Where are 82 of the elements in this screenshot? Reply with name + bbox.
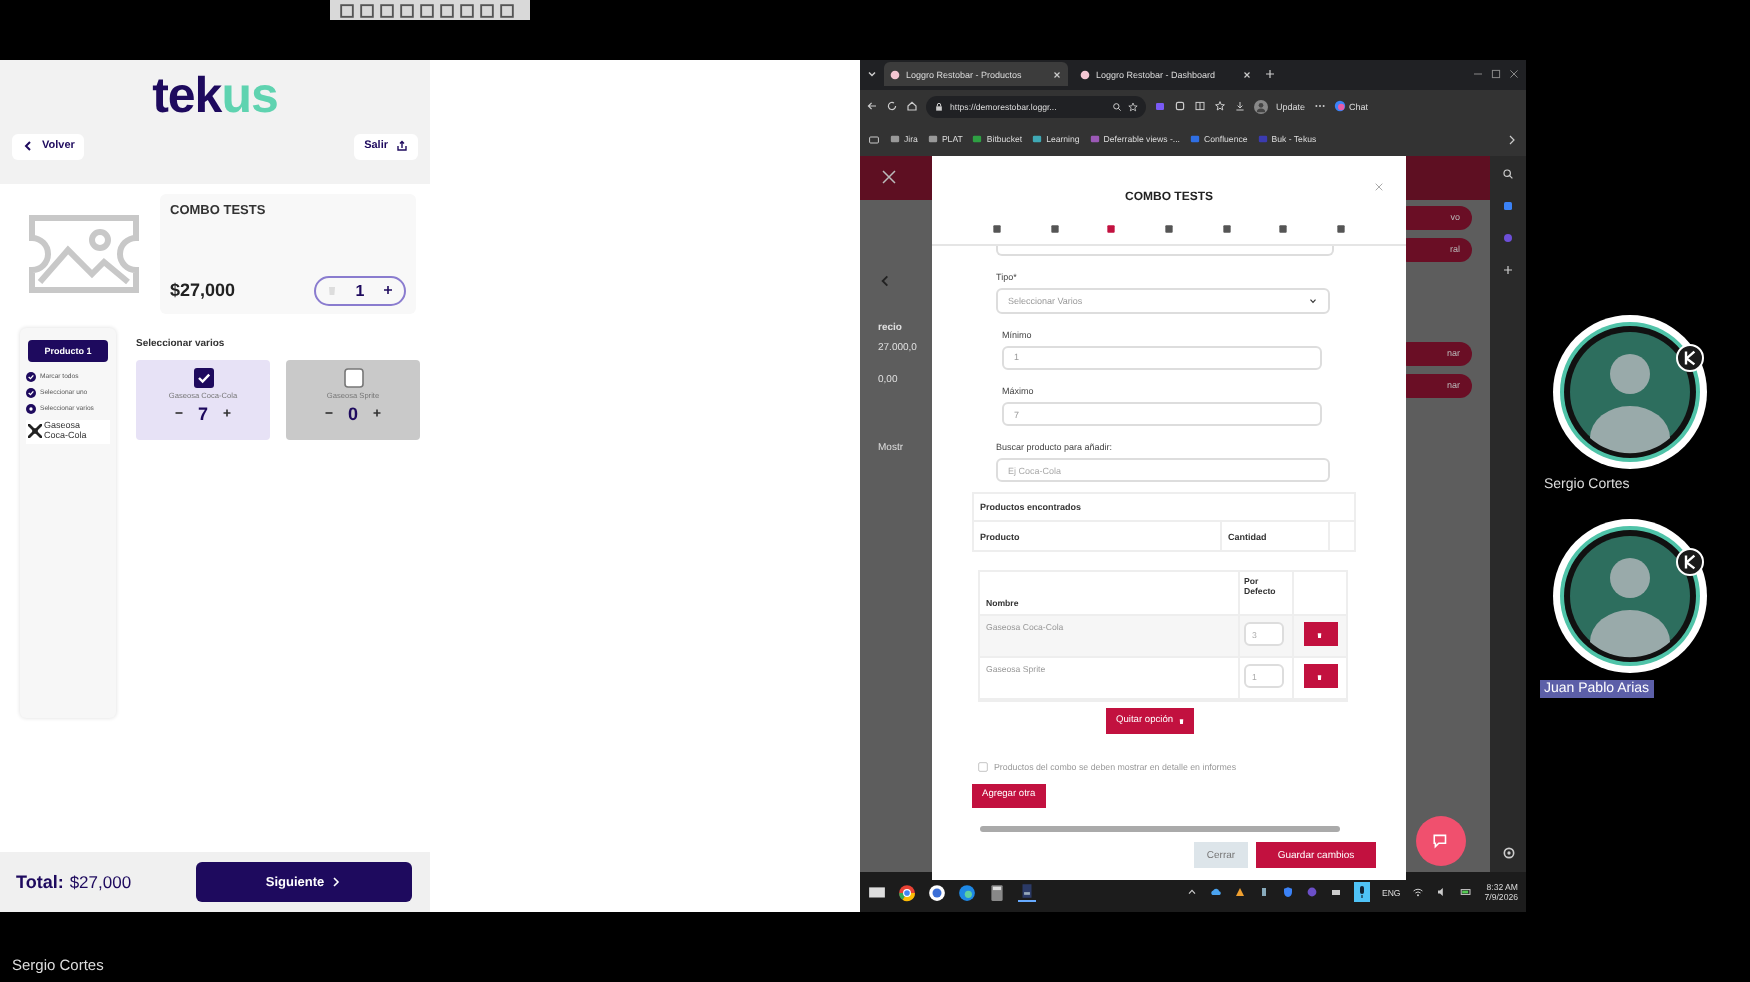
logo-text: tek bbox=[152, 67, 222, 124]
maximize-icon[interactable] bbox=[1490, 68, 1502, 81]
pattern-icon bbox=[28, 424, 42, 439]
favicon-icon bbox=[1080, 69, 1090, 80]
toolbar-square-icon[interactable] bbox=[440, 3, 454, 17]
product-price: $27,000 bbox=[170, 280, 236, 301]
delete-button[interactable] bbox=[1303, 664, 1337, 689]
copilot-icon bbox=[1333, 100, 1346, 113]
bookmark-favicon-icon bbox=[927, 134, 938, 145]
trash-icon bbox=[1316, 673, 1324, 681]
tab-list-icon[interactable] bbox=[868, 133, 880, 146]
close-icon[interactable] bbox=[1508, 68, 1520, 81]
close-icon[interactable] bbox=[1052, 69, 1062, 80]
browser-icon[interactable] bbox=[958, 883, 976, 902]
image-placeholder-icon bbox=[24, 209, 144, 298]
chrome-like-icon[interactable] bbox=[898, 883, 916, 902]
favicon-icon bbox=[890, 69, 900, 80]
toolbar-square-icon[interactable] bbox=[420, 3, 434, 17]
bookmark-favicon-icon bbox=[1032, 134, 1043, 145]
delete-button[interactable] bbox=[1303, 622, 1337, 647]
chevron-right-icon bbox=[330, 876, 343, 889]
chevron-down-icon[interactable] bbox=[866, 68, 878, 81]
battery-icon[interactable] bbox=[1460, 886, 1473, 899]
split-screen-icon[interactable] bbox=[1194, 100, 1206, 113]
cloud-icon[interactable] bbox=[1209, 886, 1222, 899]
trash-icon bbox=[1177, 717, 1185, 725]
speaker-icon[interactable] bbox=[1436, 886, 1449, 899]
logo-text: us bbox=[221, 67, 278, 124]
checkbox[interactable] bbox=[978, 761, 988, 772]
profile-avatar-icon[interactable] bbox=[1254, 99, 1268, 114]
bookmark-favicon-icon bbox=[1089, 134, 1100, 145]
chat-bubble-icon bbox=[1432, 831, 1450, 850]
search-icon[interactable] bbox=[1112, 101, 1122, 112]
microphone-icon[interactable] bbox=[1353, 882, 1370, 903]
plus-icon[interactable] bbox=[220, 406, 234, 421]
home-icon[interactable] bbox=[906, 100, 918, 113]
toolbar-square-icon[interactable] bbox=[460, 3, 474, 17]
toolbar-square-icon[interactable] bbox=[480, 3, 494, 17]
puzzle-icon[interactable] bbox=[1174, 100, 1186, 113]
quantity-value: 1 bbox=[355, 281, 365, 300]
total-label: Total: bbox=[16, 872, 64, 893]
calculator-icon[interactable] bbox=[988, 883, 1006, 902]
chat-bubble-button[interactable] bbox=[1416, 815, 1466, 866]
toolbar-square-icon[interactable] bbox=[380, 3, 394, 17]
close-icon[interactable] bbox=[880, 168, 898, 187]
total-amount: $27,000 bbox=[69, 872, 132, 893]
share-icon bbox=[396, 140, 408, 153]
extension-icon[interactable] bbox=[1154, 100, 1166, 113]
plus-icon[interactable] bbox=[370, 406, 384, 421]
toolbar-square-icon[interactable] bbox=[360, 3, 374, 17]
quantity-stepper[interactable]: 1 bbox=[314, 275, 406, 306]
wifi-icon[interactable] bbox=[1412, 886, 1425, 899]
app-icon[interactable] bbox=[1018, 882, 1036, 903]
chevron-down-icon bbox=[1308, 296, 1318, 307]
back-arrow-icon[interactable] bbox=[866, 100, 878, 113]
chevron-right-icon[interactable] bbox=[1506, 133, 1518, 146]
bookmark-favicon-icon bbox=[1190, 134, 1201, 145]
chevron-left-icon bbox=[22, 140, 34, 153]
app-icon[interactable] bbox=[928, 883, 946, 902]
star-icon[interactable] bbox=[1128, 101, 1138, 112]
toolbar-square-icon[interactable] bbox=[400, 3, 414, 17]
chevron-up-icon[interactable] bbox=[1185, 886, 1198, 899]
checkbox[interactable] bbox=[193, 367, 213, 388]
reload-icon[interactable] bbox=[886, 100, 898, 113]
download-icon[interactable] bbox=[1234, 100, 1246, 113]
option-quantity: 0 bbox=[347, 403, 358, 424]
bookmark-favicon-icon bbox=[890, 134, 900, 145]
search-icon[interactable] bbox=[1502, 167, 1514, 180]
bookmark-favicon-icon bbox=[972, 134, 983, 145]
favorites-icon[interactable] bbox=[1214, 100, 1226, 113]
shield-icon[interactable] bbox=[1281, 886, 1294, 899]
option-quantity: 7 bbox=[197, 403, 208, 424]
checkbox[interactable] bbox=[343, 367, 363, 388]
lock-icon bbox=[934, 101, 944, 112]
desktop-icon[interactable] bbox=[868, 883, 886, 902]
toolbar-square-icon[interactable] bbox=[340, 3, 354, 17]
close-icon[interactable] bbox=[1242, 69, 1252, 80]
bookmark-favicon-icon bbox=[1257, 134, 1268, 145]
trash-icon bbox=[1316, 631, 1324, 639]
plus-icon[interactable] bbox=[382, 284, 395, 297]
chevron-left-icon[interactable] bbox=[878, 274, 892, 289]
toolbar-square-icon[interactable] bbox=[500, 3, 514, 17]
